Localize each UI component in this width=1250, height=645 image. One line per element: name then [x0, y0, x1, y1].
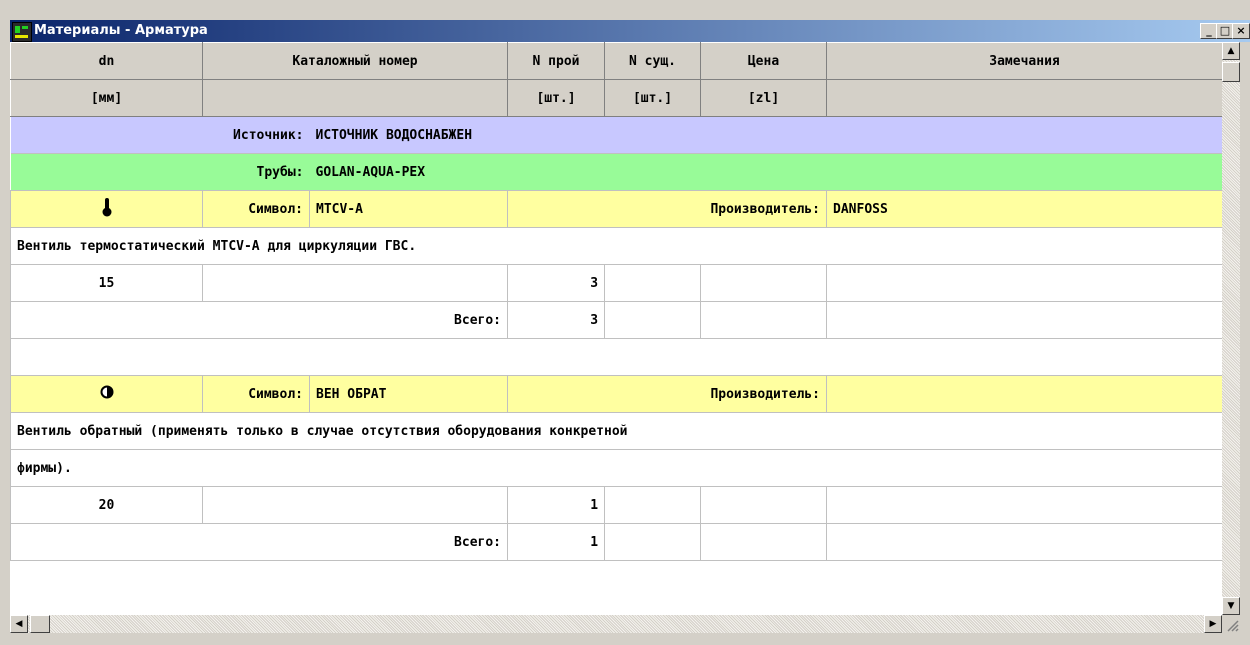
hscroll-thumb[interactable]	[30, 615, 50, 633]
source-label: Источник:	[10, 116, 310, 154]
window-title: Материалы - Арматура	[34, 23, 208, 38]
cell-remarks[interactable]	[826, 486, 1222, 524]
pipes-label: Трубы:	[10, 153, 310, 191]
scroll-thumb[interactable]	[1222, 62, 1240, 82]
total-price	[700, 301, 828, 339]
item-description-cont: фирмы).	[10, 449, 1222, 487]
scroll-down-button[interactable]: ▼	[1222, 597, 1240, 615]
cell-remarks[interactable]	[826, 264, 1222, 302]
col-header-catalog[interactable]: Каталожный номер	[201, 42, 509, 80]
item-symbol-label: Символ:	[202, 375, 310, 413]
source-value: ИСТОЧНИК ВОДОСНАБЖЕН	[309, 116, 1222, 154]
pipes-row[interactable]: Трубы: GOLAN-AQUA-PEX	[10, 153, 1222, 191]
cell-catalog[interactable]	[201, 486, 509, 524]
scroll-up-button[interactable]: ▲	[1222, 42, 1240, 60]
cell-n-exist[interactable]	[604, 486, 702, 524]
total-label: Всего:	[10, 301, 509, 339]
pipes-value: GOLAN-AQUA-PEX	[309, 153, 1222, 191]
source-row[interactable]: Источник: ИСТОЧНИК ВОДОСНАБЖЕН	[10, 116, 1222, 154]
title-bar[interactable]: Материалы - Арматура _ □ ×	[10, 20, 1250, 42]
spacer-cell	[10, 338, 1222, 376]
total-price	[700, 523, 828, 561]
col-header-price[interactable]: Цена	[700, 42, 828, 80]
total-remarks	[826, 523, 1222, 561]
total-value: 3	[507, 301, 606, 339]
vertical-scrollbar[interactable]: ▲ ▼	[1222, 42, 1240, 615]
units-header-row: [мм] [шт.] [шт.] [zl]	[10, 79, 1222, 117]
item-manufacturer-label: Производитель:	[507, 190, 828, 228]
col-header-dn[interactable]: dn	[10, 42, 203, 80]
item-header-row[interactable]: Символ: MTCV-A Производитель: DANFOSS	[10, 190, 1222, 228]
close-button[interactable]: ×	[1232, 23, 1250, 39]
cell-catalog[interactable]	[201, 264, 509, 302]
scroll-right-button[interactable]: ▶	[1204, 615, 1222, 633]
total-value: 1	[507, 523, 606, 561]
spacer-row	[10, 338, 1222, 376]
materials-table: dn Каталожный номер N прой N сущ. Цена З…	[10, 42, 1222, 561]
scroll-left-button[interactable]: ◀	[10, 615, 28, 633]
item-manufacturer	[826, 375, 1222, 413]
table-row[interactable]: 15 3	[10, 264, 1222, 302]
unit-n-exist: [шт.]	[604, 79, 702, 117]
item-description: Вентиль обратный (применять только в слу…	[10, 412, 1222, 450]
window-frame-bottom	[10, 633, 1250, 645]
cell-n-design[interactable]: 3	[507, 264, 606, 302]
materials-window: Материалы - Арматура _ □ × dn Каталожный…	[0, 0, 1250, 645]
unit-dn: [мм]	[10, 79, 203, 117]
total-label: Всего:	[10, 523, 509, 561]
item-description-row-cont[interactable]: фирмы).	[10, 449, 1222, 487]
cell-dn[interactable]: 20	[10, 486, 203, 524]
cell-price[interactable]	[700, 264, 828, 302]
col-header-remarks[interactable]: Замечания	[826, 42, 1222, 80]
item-description: Вентиль термостатический MTCV-A для цирк…	[10, 227, 1222, 265]
item-symbol-label: Символ:	[202, 190, 310, 228]
col-header-n-design[interactable]: N прой	[507, 42, 606, 80]
col-header-n-exist[interactable]: N сущ.	[604, 42, 702, 80]
item-description-row[interactable]: Вентиль термостатический MTCV-A для цирк…	[10, 227, 1222, 265]
total-remarks	[826, 301, 1222, 339]
cell-n-exist[interactable]	[604, 264, 702, 302]
column-header-row: dn Каталожный номер N прой N сущ. Цена З…	[10, 42, 1222, 80]
unit-price: [zl]	[700, 79, 828, 117]
total-row: Всего: 1	[10, 523, 1222, 561]
item-symbol: ВЕН ОБРАТ	[308, 375, 509, 413]
resize-grip-icon[interactable]	[1222, 615, 1240, 633]
app-icon	[12, 22, 32, 42]
cell-price[interactable]	[700, 486, 828, 524]
table-row[interactable]: 20 1	[10, 486, 1222, 524]
thermostat-icon	[10, 190, 203, 228]
cell-n-design[interactable]: 1	[507, 486, 606, 524]
cell-dn[interactable]: 15	[10, 264, 203, 302]
total-n-exist	[604, 523, 702, 561]
item-description-row[interactable]: Вентиль обратный (применять только в слу…	[10, 412, 1222, 450]
item-header-row[interactable]: Символ: ВЕН ОБРАТ Производитель:	[10, 375, 1222, 413]
unit-remarks	[826, 79, 1222, 117]
item-manufacturer-label: Производитель:	[507, 375, 828, 413]
unit-n-design: [шт.]	[507, 79, 606, 117]
total-n-exist	[604, 301, 702, 339]
unit-catalog	[201, 79, 509, 117]
check-valve-icon	[10, 375, 203, 413]
horizontal-scrollbar[interactable]: ◀ ▶	[10, 615, 1222, 633]
item-symbol: MTCV-A	[308, 190, 509, 228]
total-row: Всего: 3	[10, 301, 1222, 339]
item-manufacturer: DANFOSS	[826, 190, 1222, 228]
materials-grid-area: dn Каталожный номер N прой N сущ. Цена З…	[10, 42, 1222, 615]
